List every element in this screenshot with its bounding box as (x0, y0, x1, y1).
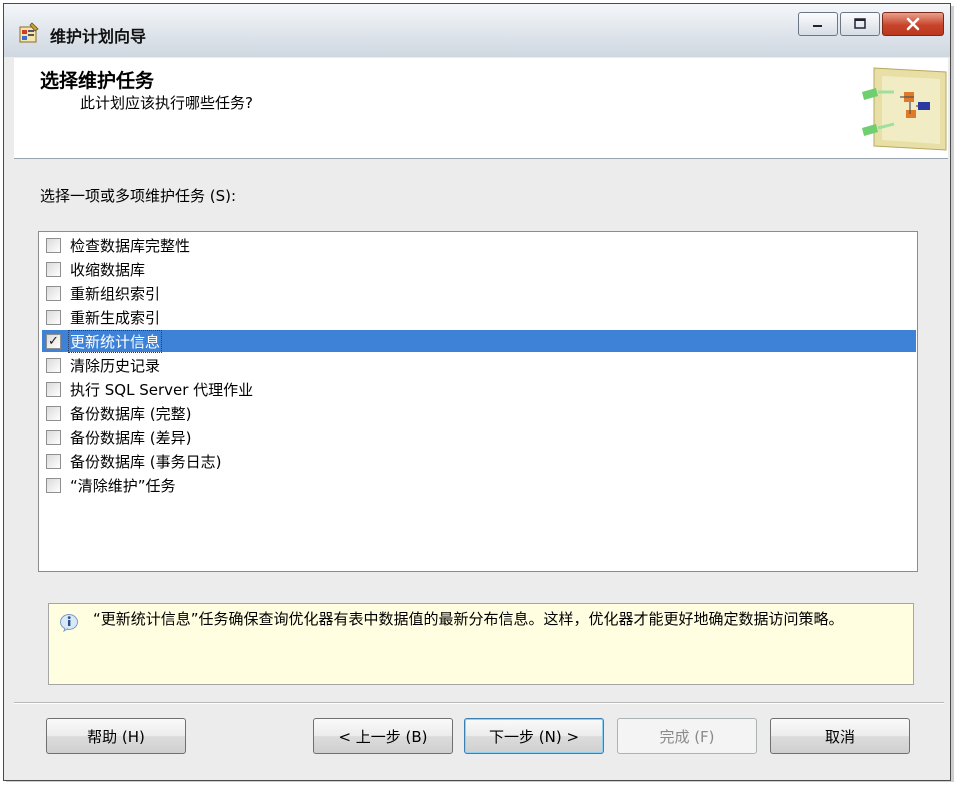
task-item[interactable]: 收缩数据库 (42, 258, 916, 280)
task-description-text: “更新统计信息”任务确保查询优化器有表中数据值的最新分布信息。这样，优化器才能更… (93, 610, 844, 628)
task-description-box: “更新统计信息”任务确保查询优化器有表中数据值的最新分布信息。这样，优化器才能更… (48, 603, 914, 685)
close-button[interactable] (882, 12, 944, 36)
task-item[interactable]: ✓ 更新统计信息 (42, 329, 916, 353)
finish-button[interactable]: 完成 (F) (617, 718, 757, 754)
task-label: 备份数据库 (事务日志) (70, 452, 222, 471)
task-label: 更新统计信息 (67, 329, 163, 353)
button-separator (14, 702, 944, 704)
task-checkbox[interactable] (46, 453, 61, 469)
next-button[interactable]: 下一步 (N) > (464, 718, 604, 754)
title-bar[interactable]: 维护计划向导 (4, 4, 950, 57)
task-item[interactable]: 备份数据库 (事务日志) (42, 450, 916, 472)
task-label: 检查数据库完整性 (70, 236, 191, 255)
minimize-button[interactable] (798, 12, 838, 36)
task-label: 备份数据库 (完整) (70, 404, 192, 423)
task-list-label: 选择一项或多项维护任务 (S): (40, 187, 237, 205)
cancel-button[interactable]: 取消 (770, 718, 910, 754)
help-button[interactable]: 帮助 (H) (46, 718, 186, 754)
back-button[interactable]: < 上一步 (B) (313, 718, 453, 754)
page-title: 选择维护任务 (40, 70, 155, 92)
page-subtitle: 此计划应该执行哪些任务? (80, 94, 253, 112)
task-label: 清除历史记录 (70, 356, 161, 375)
maximize-icon (854, 18, 866, 29)
task-item[interactable]: 备份数据库 (差异) (42, 426, 916, 448)
task-item[interactable]: 执行 SQL Server 代理作业 (42, 378, 916, 400)
task-checkbox[interactable] (46, 381, 61, 397)
task-label: 收缩数据库 (70, 260, 146, 279)
task-item[interactable]: 清除历史记录 (42, 354, 916, 376)
task-checkbox[interactable] (46, 261, 61, 277)
task-item[interactable]: 重新组织索引 (42, 282, 916, 304)
maximize-button[interactable] (840, 12, 880, 36)
wizard-app-icon (19, 22, 39, 43)
wizard-window: 维护计划向导 选择维护任务 此计划应该执行哪些任务? 选择一项或多项维护任务 (… (3, 3, 951, 781)
task-item[interactable]: 检查数据库完整性 (42, 234, 916, 256)
task-label: 备份数据库 (差异) (70, 428, 192, 447)
wizard-header: 选择维护任务 此计划应该执行哪些任务? (14, 58, 948, 159)
task-checkbox[interactable] (46, 309, 61, 325)
task-checkbox[interactable] (46, 429, 61, 445)
task-checkbox[interactable] (46, 477, 61, 493)
task-checkbox[interactable] (46, 357, 61, 373)
task-checkbox[interactable] (46, 237, 61, 253)
maintenance-plan-illustration (862, 67, 947, 151)
task-item[interactable]: 备份数据库 (完整) (42, 402, 916, 424)
task-item[interactable]: “清除维护”任务 (42, 474, 916, 496)
task-label: 重新组织索引 (70, 284, 161, 303)
window-title: 维护计划向导 (50, 27, 147, 46)
task-checkbox[interactable]: ✓ (46, 333, 61, 349)
info-icon (60, 614, 78, 632)
close-icon (906, 17, 920, 31)
task-label: “清除维护”任务 (70, 476, 176, 495)
task-list[interactable]: 检查数据库完整性 收缩数据库重新组织索引 重新生成索引 ✓ 更新统计信息清除历史记录执行… (38, 231, 918, 572)
task-checkbox[interactable] (46, 285, 61, 301)
task-checkbox[interactable] (46, 405, 61, 421)
caption-buttons (798, 12, 946, 38)
task-item[interactable]: 重新生成索引 (42, 306, 916, 328)
minimize-icon (813, 25, 822, 27)
task-label: 执行 SQL Server 代理作业 (70, 380, 254, 399)
task-label: 重新生成索引 (70, 308, 161, 327)
